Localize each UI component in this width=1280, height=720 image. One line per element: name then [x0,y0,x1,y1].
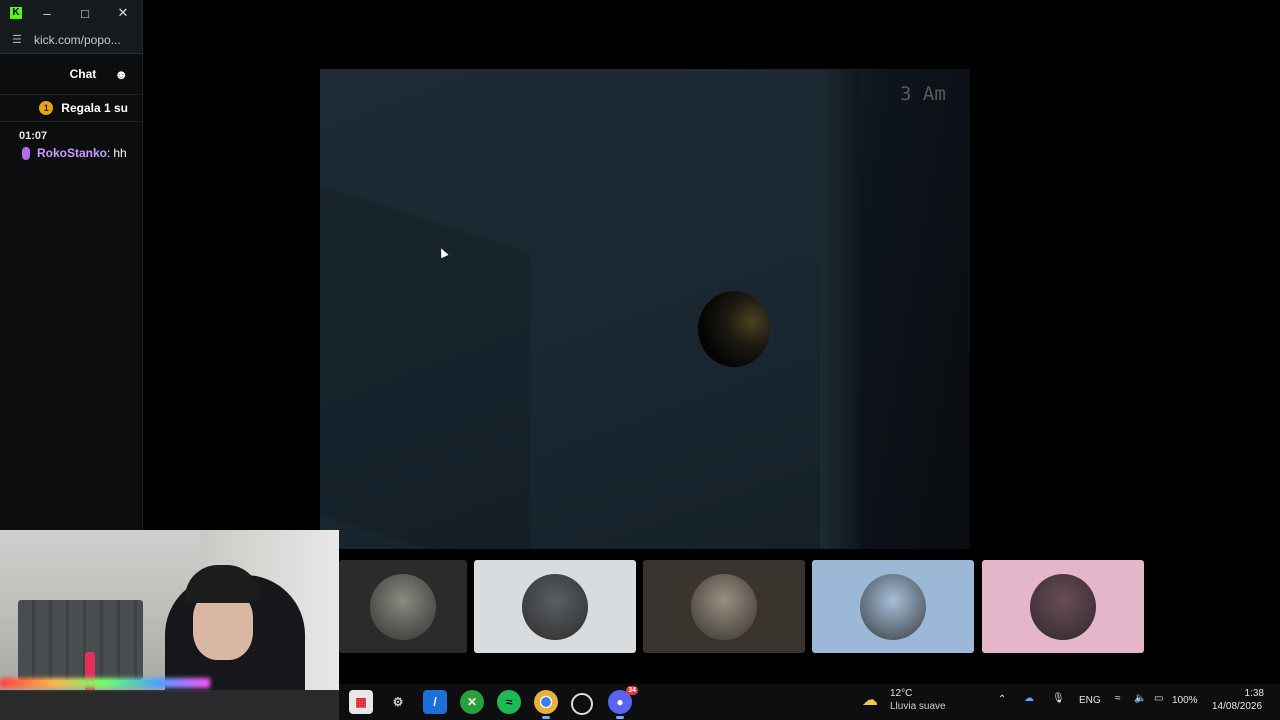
site-settings-icon[interactable]: ☰ [12,33,26,46]
weather-temp[interactable]: 12°C [890,688,912,699]
message-text: hh [113,146,127,160]
xbox-app-icon[interactable]: ✕ [460,690,484,714]
webcam-headboard [18,600,143,680]
participant-tile[interactable] [474,560,636,653]
door-knob [698,291,770,367]
participant-avatar [691,573,757,640]
chevron-up-icon[interactable]: ⌃ [998,694,1006,705]
webcam-led-strip [0,678,210,688]
maximize-icon[interactable]: □ [66,0,104,26]
close-icon[interactable]: ✕ [104,0,142,26]
participant-tile[interactable] [643,560,805,653]
chrome-app-icon[interactable] [534,690,558,719]
message-separator: : [107,146,111,160]
webcam-feed [0,530,339,720]
users-icon[interactable]: ☻ [114,67,128,82]
participant-avatar [522,573,588,640]
message-username[interactable]: RokoStanko [37,146,107,160]
clock-time[interactable]: 1:38 [1239,688,1264,699]
spotify-app-icon[interactable]: ≈ [497,690,521,714]
battery-icon[interactable]: ▭ [1154,693,1163,704]
settings-app-icon[interactable]: ⚙ [386,690,410,714]
participant-tile[interactable] [339,560,467,653]
participant-avatar [860,573,926,640]
door-jamb [820,69,860,549]
call-participants [339,560,1149,654]
battery-percent: 100% [1172,695,1198,706]
participant-avatar [1030,573,1096,640]
obs-app-icon[interactable] [571,693,593,715]
microphone-badge-icon [22,146,30,160]
clock-date[interactable]: 14/08/2026 [1212,701,1262,712]
url-text: kick.com/popo... [34,32,121,47]
minimize-icon[interactable]: – [28,0,66,26]
gift-coin-icon: 1 [39,101,54,115]
language-indicator[interactable]: ENG [1079,695,1101,706]
message-time: 01:07 [19,130,48,142]
game-clock: 3 Am [900,83,946,105]
microphone-icon[interactable]: 🎙 [1052,693,1065,704]
discord-notification-badge: 34 [626,686,638,695]
game-view[interactable]: 3 Am [320,69,970,549]
address-bar[interactable]: ☰ kick.com/popo... [0,26,142,54]
participant-tile[interactable] [812,560,974,653]
discord-app-icon[interactable]: ● 34 [608,686,638,719]
chat-header: Chat ☻ [0,54,142,95]
participant-tile[interactable] [982,560,1144,653]
wifi-icon[interactable]: ≈ [1115,693,1121,704]
webcam-desk [0,690,339,720]
weather-desc[interactable]: Lluvia suave [890,701,946,712]
window-titlebar: K – □ ✕ [0,0,142,26]
gift-label: Regala 1 su [61,101,128,115]
kick-chat-window: K – □ ✕ ☰ kick.com/popo... Chat ☻ 1 Rega… [0,0,143,530]
chat-messages: 01:07 RokoStanko : hh [0,122,142,160]
editor-app-icon[interactable]: / [423,690,447,714]
weather-icon[interactable]: ☁ [862,690,878,710]
kick-logo-icon: K [10,7,22,19]
volume-icon[interactable]: 🔈 [1134,693,1146,704]
participant-avatar [370,573,436,640]
store-app-icon[interactable]: ▦ [349,690,373,714]
chat-title: Chat [69,67,97,81]
onedrive-icon[interactable]: ☁ [1024,693,1034,704]
taskbar: ▦ ⚙ / ✕ ≈ ● 34 ☁ 12°C Lluvia suave ⌃ ☁ 🎙 … [339,684,1280,720]
gift-sub-banner[interactable]: 1 Regala 1 su [0,95,142,122]
chat-message: RokoStanko : hh [19,146,142,160]
